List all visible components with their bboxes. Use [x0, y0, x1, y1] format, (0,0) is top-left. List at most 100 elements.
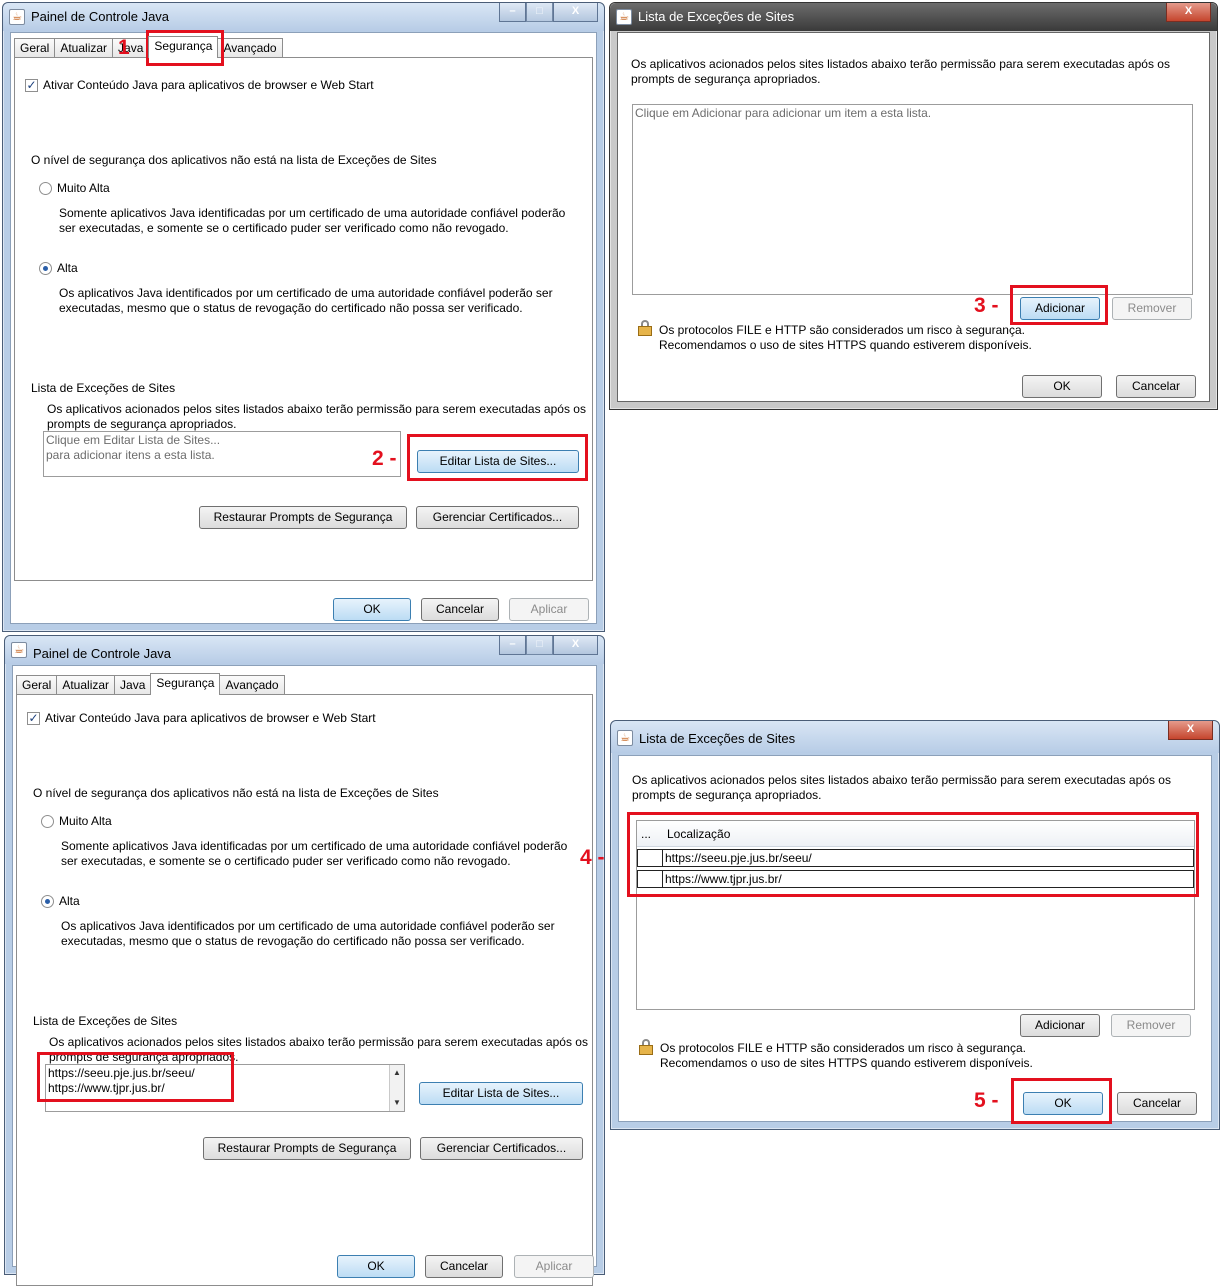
- ok-button[interactable]: OK: [1022, 375, 1102, 398]
- tab-atualizar[interactable]: Atualizar: [56, 675, 116, 695]
- manage-certificates-button[interactable]: Gerenciar Certificados...: [420, 1137, 583, 1160]
- enable-java-label: Ativar Conteúdo Java para aplicativos de…: [43, 78, 374, 92]
- apply-button[interactable]: Aplicar: [509, 598, 589, 621]
- ok-button[interactable]: OK: [337, 1255, 415, 1278]
- highlight-site-list: [37, 1052, 234, 1102]
- security-level-heading: O nível de segurança dos aplicativos não…: [31, 153, 437, 167]
- high-label: Alta: [57, 261, 78, 275]
- list-placeholder: Clique em Editar Lista de Sites...: [46, 433, 221, 447]
- apply-button[interactable]: Aplicar: [514, 1255, 594, 1278]
- enable-java-checkbox[interactable]: ✓: [27, 712, 40, 725]
- exceptions-description: Os aplicativos acionados pelos sites lis…: [47, 402, 586, 416]
- dialog-description: Os aplicativos acionados pelos sites lis…: [631, 57, 1170, 71]
- highlight-add-button: [1010, 285, 1108, 325]
- exceptions-description-2: prompts de segurança apropriados.: [47, 417, 237, 431]
- cancel-button[interactable]: Cancelar: [425, 1255, 503, 1278]
- manage-certificates-button[interactable]: Gerenciar Certificados...: [416, 506, 579, 529]
- java-icon: ☕: [616, 9, 632, 25]
- java-control-panel-window-1: ☕ Painel de Controle Java – □ X Geral At…: [2, 2, 605, 632]
- tab-avancado[interactable]: Avançado: [217, 38, 283, 58]
- high-radio[interactable]: [41, 895, 54, 908]
- tab-strip: Geral Atualizar Java Segurança Avançado: [14, 36, 283, 58]
- high-description: Os aplicativos Java identificados por um…: [61, 919, 555, 933]
- highlight-edit-sites: [407, 434, 588, 481]
- list-placeholder-2: para adicionar itens a esta lista.: [46, 448, 215, 462]
- cancel-button[interactable]: Cancelar: [421, 598, 499, 621]
- window-client: Geral Atualizar Java Segurança Avançado …: [12, 665, 597, 1286]
- ok-button[interactable]: OK: [333, 598, 411, 621]
- enable-java-checkbox[interactable]: ✓: [25, 79, 38, 92]
- java-icon: ☕: [617, 730, 633, 746]
- security-tab-panel: ✓ Ativar Conteúdo Java para aplicativos …: [14, 57, 593, 581]
- high-description: Os aplicativos Java identificados por um…: [59, 286, 553, 300]
- very-high-radio[interactable]: [39, 182, 52, 195]
- add-button[interactable]: Adicionar: [1020, 1014, 1100, 1037]
- security-warning-2: Recomendamos o uso de sites HTTPS quando…: [660, 1056, 1033, 1070]
- very-high-description-2: ser executadas, e somente se o certifica…: [61, 854, 511, 868]
- sites-list[interactable]: Clique em Adicionar para adicionar um it…: [632, 104, 1193, 295]
- minimize-button[interactable]: –: [499, 636, 526, 655]
- security-warning-2: Recomendamos o uso de sites HTTPS quando…: [659, 338, 1032, 352]
- security-tab-panel: ✓ Ativar Conteúdo Java para aplicativos …: [16, 694, 594, 1286]
- exceptions-dialog-window-1: ☕ Lista de Exceções de Sites X Os aplica…: [609, 2, 1218, 410]
- tab-geral[interactable]: Geral: [16, 675, 58, 695]
- very-high-description-2: ser executadas, e somente se o certifica…: [59, 221, 509, 235]
- remove-button[interactable]: Remover: [1111, 1014, 1191, 1037]
- step-2-label: 2 -: [372, 447, 397, 470]
- exceptions-list[interactable]: Clique em Editar Lista de Sites... para …: [43, 431, 401, 477]
- maximize-button[interactable]: □: [526, 636, 553, 655]
- highlight-sites-table: [627, 812, 1199, 897]
- step-3-label: 3 -: [974, 294, 999, 317]
- dialog-client: Os aplicativos acionados pelos sites lis…: [618, 755, 1212, 1122]
- security-warning: Os protocolos FILE e HTTP são considerad…: [660, 1041, 1026, 1055]
- tab-seguranca[interactable]: Segurança: [150, 673, 221, 695]
- step-5-label: 5 -: [974, 1089, 999, 1112]
- very-high-description: Somente aplicativos Java identificadas p…: [59, 206, 566, 220]
- very-high-label: Muito Alta: [59, 814, 112, 828]
- lock-icon: [639, 1039, 653, 1055]
- edit-sites-button[interactable]: Editar Lista de Sites...: [419, 1082, 583, 1105]
- title-bar[interactable]: ☕ Painel de Controle Java – □ X: [3, 3, 604, 31]
- very-high-radio[interactable]: [41, 815, 54, 828]
- close-button[interactable]: X: [553, 3, 598, 22]
- step-1-label: 1: [118, 36, 130, 59]
- tab-geral[interactable]: Geral: [14, 38, 56, 58]
- dialog-client: Os aplicativos acionados pelos sites lis…: [617, 32, 1210, 402]
- remove-button[interactable]: Remover: [1112, 297, 1192, 320]
- java-control-panel-window-2: ☕ Painel de Controle Java – □ X Geral At…: [4, 635, 605, 1286]
- window-title: Painel de Controle Java: [33, 646, 172, 661]
- dialog-description: Os aplicativos acionados pelos sites lis…: [632, 773, 1171, 787]
- tab-atualizar[interactable]: Atualizar: [54, 38, 114, 58]
- list-scrollbar[interactable]: ▲ ▼: [389, 1065, 404, 1111]
- exceptions-dialog-window-2: ☕ Lista de Exceções de Sites X Os aplica…: [610, 720, 1220, 1130]
- title-bar[interactable]: ☕ Lista de Exceções de Sites X: [610, 3, 1217, 31]
- high-description-2: executadas, mesmo que o status de revoga…: [61, 934, 525, 948]
- high-radio[interactable]: [39, 262, 52, 275]
- tab-seguranca[interactable]: Segurança: [148, 36, 219, 58]
- minimize-button[interactable]: –: [499, 3, 526, 22]
- tab-avancado[interactable]: Avançado: [219, 675, 285, 695]
- close-button[interactable]: X: [553, 636, 598, 655]
- maximize-button[interactable]: □: [526, 3, 553, 22]
- lock-icon: [638, 320, 652, 336]
- empty-list-hint: Clique em Adicionar para adicionar um it…: [635, 106, 932, 120]
- high-description-2: executadas, mesmo que o status de revoga…: [59, 301, 523, 315]
- tab-java[interactable]: Java: [114, 675, 152, 695]
- very-high-label: Muito Alta: [57, 181, 110, 195]
- dialog-description-2: prompts de segurança apropriados.: [631, 72, 821, 86]
- title-bar[interactable]: ☕ Painel de Controle Java – □ X: [5, 636, 604, 664]
- restore-prompts-button[interactable]: Restaurar Prompts de Segurança: [199, 506, 407, 529]
- exceptions-heading: Lista de Exceções de Sites: [31, 381, 176, 395]
- restore-prompts-button[interactable]: Restaurar Prompts de Segurança: [203, 1137, 411, 1160]
- tab-strip: Geral Atualizar Java Segurança Avançado: [16, 673, 285, 695]
- cancel-button[interactable]: Cancelar: [1116, 375, 1196, 398]
- dialog-description-2: prompts de segurança apropriados.: [632, 788, 822, 802]
- cancel-button[interactable]: Cancelar: [1117, 1092, 1197, 1115]
- close-button[interactable]: X: [1168, 721, 1213, 740]
- high-label: Alta: [59, 894, 80, 908]
- close-button[interactable]: X: [1166, 3, 1211, 22]
- security-warning: Os protocolos FILE e HTTP são considerad…: [659, 323, 1025, 337]
- title-bar[interactable]: ☕ Lista de Exceções de Sites X: [611, 721, 1219, 753]
- enable-java-label: Ativar Conteúdo Java para aplicativos de…: [45, 711, 376, 725]
- highlight-ok-button: [1011, 1078, 1112, 1124]
